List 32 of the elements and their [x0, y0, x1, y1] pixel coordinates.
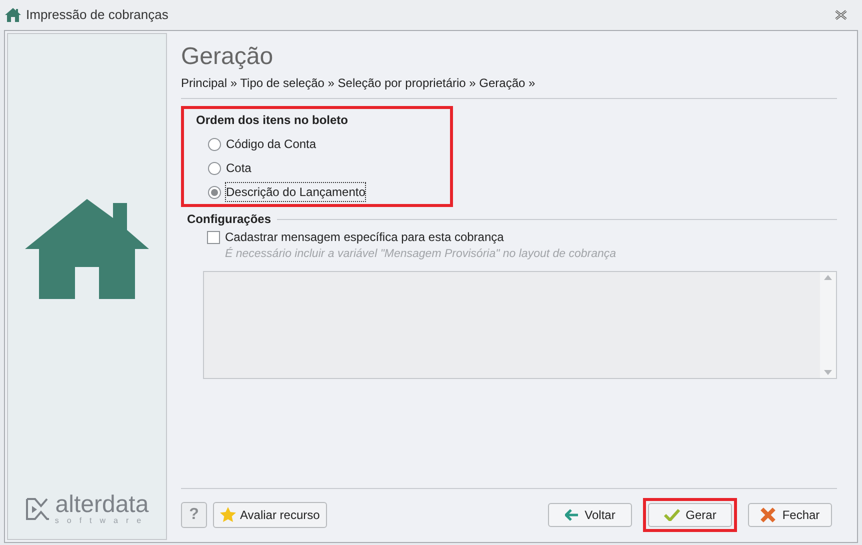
star-icon	[220, 507, 236, 523]
group-title: Configurações	[187, 211, 272, 228]
window-title: Impressão de cobranças	[26, 6, 168, 24]
house-icon	[5, 8, 21, 22]
close-icon[interactable]	[835, 10, 847, 20]
page-title: Geração	[181, 43, 274, 71]
radio-button[interactable]	[208, 186, 221, 198]
radio-button[interactable]	[208, 162, 221, 174]
group-title: Ordem dos itens no boleto	[196, 112, 350, 129]
check-icon	[664, 509, 680, 521]
breadcrumb: Principal » Tipo de seleção » Seleção por proprietário » Geração »	[181, 74, 837, 99]
checkbox-label: Cadastrar mensagem específica para esta cobrança	[225, 229, 504, 246]
logo-name: alterdata	[55, 493, 149, 517]
dialog-button[interactable]: Voltar	[548, 503, 632, 527]
scroll-down-icon[interactable]	[824, 370, 832, 376]
dialog-button[interactable]: Fechar	[748, 503, 832, 527]
radio-label: Descrição do Lançamento	[226, 183, 366, 201]
radio-label: Cota	[226, 160, 252, 177]
radio-label: Código da Conta	[226, 136, 316, 153]
dialog-button[interactable]: Gerar	[648, 503, 732, 527]
logo-icon	[24, 496, 51, 522]
close-icon	[760, 507, 776, 523]
checkbox[interactable]	[207, 230, 220, 244]
hint-text: É necessário incluir a variável "Mensagem Provisória" no layout de cobrança	[225, 246, 618, 262]
scroll-up-icon[interactable]	[824, 275, 832, 280]
scrollbar[interactable]	[820, 272, 836, 378]
rate-button[interactable]: Avaliar recurso	[213, 502, 327, 528]
logo-tagline: software	[54, 517, 150, 525]
message-field[interactable]	[203, 271, 837, 380]
house-icon	[23, 196, 151, 300]
arrow-left-icon	[564, 509, 579, 521]
radio-button[interactable]	[208, 138, 221, 150]
